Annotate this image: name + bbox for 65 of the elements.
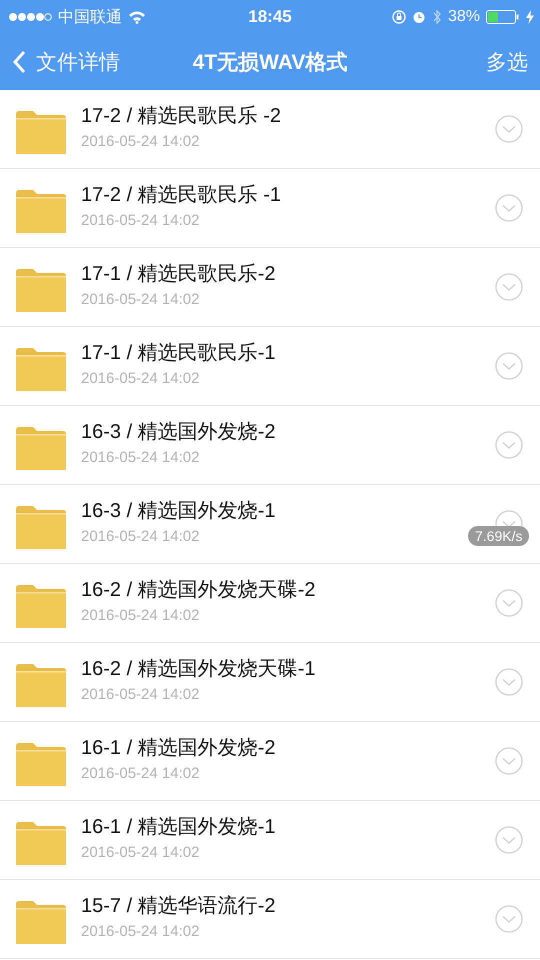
- file-row[interactable]: 17-1 / 精选民歌民乐-1 2016-05-24 14:02: [0, 327, 540, 406]
- file-name: 17-1 / 精选民歌民乐-1: [81, 341, 276, 366]
- folder-icon: [16, 584, 66, 628]
- rotation-lock-icon: [392, 10, 406, 24]
- folder-icon: [16, 347, 66, 391]
- file-row[interactable]: 15-7 / 精选华语流行-2 2016-05-24 14:02: [0, 880, 540, 959]
- expand-chevron-icon[interactable]: [495, 273, 523, 301]
- folder-icon: [16, 268, 66, 312]
- folder-icon: [16, 663, 66, 707]
- file-row[interactable]: 16-1 / 精选国外发烧-1 2016-05-24 14:02: [0, 801, 540, 880]
- file-date: 2016-05-24 14:02: [81, 133, 200, 150]
- expand-chevron-icon[interactable]: [495, 589, 523, 617]
- download-speed-toast: 7.69K/s: [468, 526, 530, 546]
- expand-chevron-icon[interactable]: [495, 668, 523, 696]
- nav-title: 4T无损WAV格式: [192, 50, 348, 76]
- expand-chevron-icon[interactable]: [495, 826, 523, 854]
- folder-icon: [16, 505, 66, 549]
- expand-chevron-icon[interactable]: [495, 431, 523, 459]
- file-date: 2016-05-24 14:02: [81, 370, 200, 387]
- file-row[interactable]: 17-1 / 精选民歌民乐-2 2016-05-24 14:02: [0, 248, 540, 327]
- charging-icon: [526, 10, 534, 24]
- file-name: 16-2 / 精选国外发烧天碟-2: [81, 578, 316, 603]
- file-row[interactable]: 16-1 / 精选国外发烧-2 2016-05-24 14:02: [0, 722, 540, 801]
- battery-icon: [486, 10, 520, 24]
- file-date: 2016-05-24 14:02: [81, 607, 200, 624]
- file-name: 16-3 / 精选国外发烧-1: [81, 499, 276, 524]
- back-chevron-icon: [12, 50, 26, 74]
- file-row[interactable]: 16-2 / 精选国外发烧天碟-2 2016-05-24 14:02: [0, 564, 540, 643]
- file-row[interactable]: 16-2 / 精选国外发烧天碟-1 2016-05-24 14:02: [0, 643, 540, 722]
- alarm-icon: [412, 10, 426, 24]
- folder-icon: [16, 110, 66, 154]
- file-name: 17-1 / 精选民歌民乐-2: [81, 262, 276, 287]
- folder-icon: [16, 426, 66, 470]
- folder-icon: [16, 821, 66, 865]
- file-row[interactable]: 17-2 / 精选民歌民乐 -2 2016-05-24 14:02: [0, 90, 540, 169]
- expand-chevron-icon[interactable]: [495, 194, 523, 222]
- carrier-name: 中国联通: [58, 8, 122, 28]
- file-date: 2016-05-24 14:02: [81, 291, 200, 308]
- wifi-icon: [128, 10, 146, 24]
- file-name: 16-3 / 精选国外发烧-2: [81, 420, 276, 445]
- expand-chevron-icon[interactable]: [495, 115, 523, 143]
- folder-icon: [16, 742, 66, 786]
- file-date: 2016-05-24 14:02: [81, 923, 200, 940]
- file-date: 2016-05-24 14:02: [81, 449, 200, 466]
- file-name: 17-2 / 精选民歌民乐 -2: [81, 104, 282, 129]
- status-time: 18:45: [248, 7, 292, 27]
- file-row[interactable]: 16-3 / 精选国外发烧-2 2016-05-24 14:02: [0, 406, 540, 485]
- file-name: 17-2 / 精选民歌民乐 -1: [81, 183, 282, 208]
- file-date: 2016-05-24 14:02: [81, 212, 200, 229]
- folder-icon: [16, 189, 66, 233]
- file-name: 16-2 / 精选国外发烧天碟-1: [81, 657, 316, 682]
- file-date: 2016-05-24 14:02: [81, 686, 200, 703]
- expand-chevron-icon[interactable]: [495, 747, 523, 775]
- battery-percent: 38%: [448, 8, 480, 26]
- file-name: 15-7 / 精选华语流行-2: [81, 894, 276, 919]
- signal-icon: [8, 12, 52, 22]
- expand-chevron-icon[interactable]: [495, 905, 523, 933]
- file-row[interactable]: 17-2 / 精选民歌民乐 -1 2016-05-24 14:02: [0, 169, 540, 248]
- file-name: 16-1 / 精选国外发烧-2: [81, 736, 276, 761]
- expand-chevron-icon[interactable]: [495, 352, 523, 380]
- folder-icon: [16, 900, 66, 944]
- file-date: 2016-05-24 14:02: [81, 844, 200, 861]
- bluetooth-icon: [432, 9, 442, 25]
- file-date: 2016-05-24 14:02: [81, 765, 200, 782]
- file-name: 16-1 / 精选国外发烧-1: [81, 815, 276, 840]
